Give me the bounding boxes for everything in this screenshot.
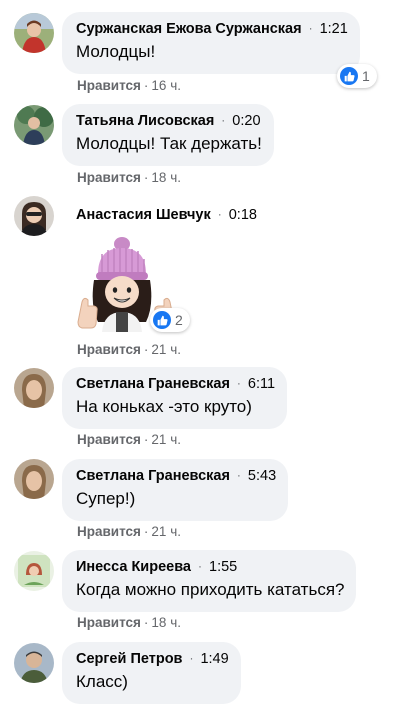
reaction-count: 1 — [362, 68, 370, 84]
avatar[interactable] — [14, 13, 54, 53]
separator-dot: · — [198, 559, 202, 573]
separator-dot: · — [217, 207, 222, 221]
comment-time[interactable]: 1:49 — [200, 650, 228, 669]
avatar[interactable] — [14, 551, 54, 591]
separator-dot: · — [143, 170, 149, 185]
avatar[interactable] — [14, 459, 54, 499]
comment-bubble: Сергей Петров · 1:49 Класс) — [62, 642, 241, 704]
comment-time[interactable]: 6:11 — [248, 375, 275, 394]
comment-bubble: Инесса Киреева · 1:55 Когда можно приход… — [62, 550, 357, 612]
comment-author[interactable]: Светлана Граневская — [76, 467, 230, 486]
comment-age[interactable]: 21 ч. — [151, 432, 181, 447]
comment-author[interactable]: Инесса Киреева — [76, 558, 191, 577]
separator-dot: · — [236, 376, 241, 390]
comment-actions: Нравится · 16 ч. — [77, 77, 181, 95]
comment-bubble: Татьяна Лисовская · 0:20 Молодцы! Так де… — [62, 104, 274, 166]
comment-author[interactable]: Татьяна Лисовская — [76, 112, 214, 131]
reaction-summary[interactable]: 1 — [337, 64, 377, 88]
comment-actions: Нравится · 18 ч. — [77, 169, 181, 187]
avatar[interactable] — [14, 368, 54, 408]
comment-time[interactable]: 1:55 — [209, 558, 237, 577]
comment-bubble: Светлана Граневская · 5:43 Супер!) — [62, 459, 289, 521]
avatar[interactable] — [14, 643, 54, 683]
separator-dot: · — [236, 468, 241, 482]
separator-dot: · — [308, 21, 313, 35]
separator-dot: · — [189, 651, 194, 665]
like-button[interactable]: Нравится — [77, 78, 141, 93]
comment-time[interactable]: 5:43 — [248, 467, 276, 486]
reaction-count: 2 — [175, 312, 183, 328]
separator-dot: · — [221, 113, 226, 127]
comment-actions: Нравится · 21 ч. — [77, 341, 181, 359]
comment-actions: Нравится · 21 ч. — [77, 431, 181, 449]
avatar[interactable] — [14, 105, 54, 145]
comment-age[interactable]: 18 ч. — [151, 615, 181, 630]
comment-author[interactable]: Суржанская Ежова Суржанская — [76, 20, 302, 39]
comment-text: Молодцы! — [76, 42, 156, 61]
separator-dot: · — [143, 615, 149, 630]
like-button[interactable]: Нравится — [77, 342, 141, 357]
like-icon — [340, 67, 358, 85]
comment-actions: Нравится · 21 ч. — [77, 523, 181, 541]
avatar[interactable] — [14, 196, 54, 236]
comment-bubble: Суржанская Ежова Суржанская · 1:21 Молод… — [62, 12, 360, 74]
separator-dot: · — [143, 78, 149, 93]
comment-header: Анастасия Шевчук · 0:18 — [76, 206, 257, 225]
comment-actions: Нравится · 18 ч. — [77, 614, 181, 632]
comment-age[interactable]: 16 ч. — [151, 78, 181, 93]
separator-dot: · — [143, 524, 149, 539]
like-icon — [153, 311, 171, 329]
comment-time[interactable]: 1:21 — [320, 20, 348, 39]
separator-dot: · — [143, 432, 149, 447]
comment-author[interactable]: Сергей Петров — [76, 650, 182, 669]
comment-author[interactable]: Анастасия Шевчук — [76, 206, 211, 225]
like-button[interactable]: Нравится — [77, 432, 141, 447]
comment-age[interactable]: 18 ч. — [151, 170, 181, 185]
comment-time[interactable]: 0:20 — [232, 112, 260, 131]
comment-text: Класс) — [76, 672, 128, 691]
comment-author[interactable]: Светлана Граневская — [76, 375, 230, 394]
comment-text: Супер!) — [76, 489, 136, 508]
separator-dot: · — [143, 342, 149, 357]
like-button[interactable]: Нравится — [77, 170, 141, 185]
comment-age[interactable]: 21 ч. — [151, 342, 181, 357]
comment-text: Молодцы! Так держать! — [76, 134, 262, 153]
comment-age[interactable]: 21 ч. — [151, 524, 181, 539]
comment-text: На коньках -это круто) — [76, 397, 252, 416]
comment-bubble: Светлана Граневская · 6:11 На коньках -э… — [62, 367, 288, 429]
like-button[interactable]: Нравится — [77, 524, 141, 539]
reaction-summary[interactable]: 2 — [150, 308, 190, 332]
comment-time[interactable]: 0:18 — [229, 206, 257, 225]
comment-text: Когда можно приходить кататься? — [76, 580, 345, 599]
like-button[interactable]: Нравится — [77, 615, 141, 630]
